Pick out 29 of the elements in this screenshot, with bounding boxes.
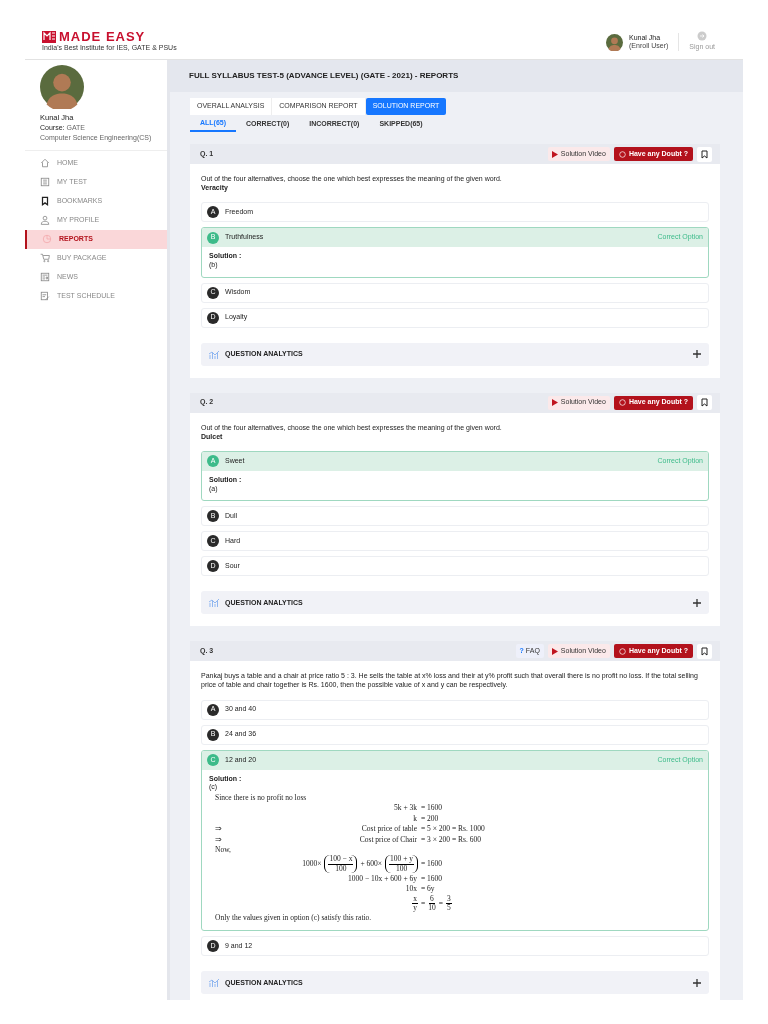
play-icon (551, 150, 558, 158)
plus-icon (693, 598, 701, 607)
cart-icon (40, 253, 50, 264)
calendar-edit-icon (40, 291, 50, 302)
user-icon (40, 215, 50, 226)
plus-icon (693, 350, 701, 359)
bar-chart-icon (209, 978, 219, 988)
document-icon (40, 177, 50, 188)
plus-icon (693, 978, 701, 987)
bookmark-button[interactable] (697, 146, 712, 162)
play-icon (551, 647, 558, 655)
bookmark-icon (701, 398, 708, 408)
sign-out-icon (697, 31, 708, 42)
brand-name: MADE EASY (59, 30, 146, 44)
bookmark-icon (40, 196, 50, 207)
newspaper-icon (40, 272, 50, 283)
bookmark-icon (701, 646, 708, 656)
logo-icon (42, 30, 56, 43)
play-icon (551, 399, 558, 407)
avatar-icon (40, 65, 84, 109)
bookmark-button[interactable] (697, 643, 712, 659)
avatar-icon (606, 33, 623, 51)
bar-chart-icon (209, 349, 219, 359)
page-title: FULL SYLLABUS TEST-5 (ADVANCE LEVEL) (GATE - 2021) - REPORTS (189, 70, 459, 82)
bookmark-button[interactable] (697, 395, 712, 411)
home-icon (40, 158, 50, 169)
bookmark-icon (701, 149, 708, 159)
pie-chart-icon (42, 234, 52, 245)
bar-chart-icon (209, 598, 219, 608)
